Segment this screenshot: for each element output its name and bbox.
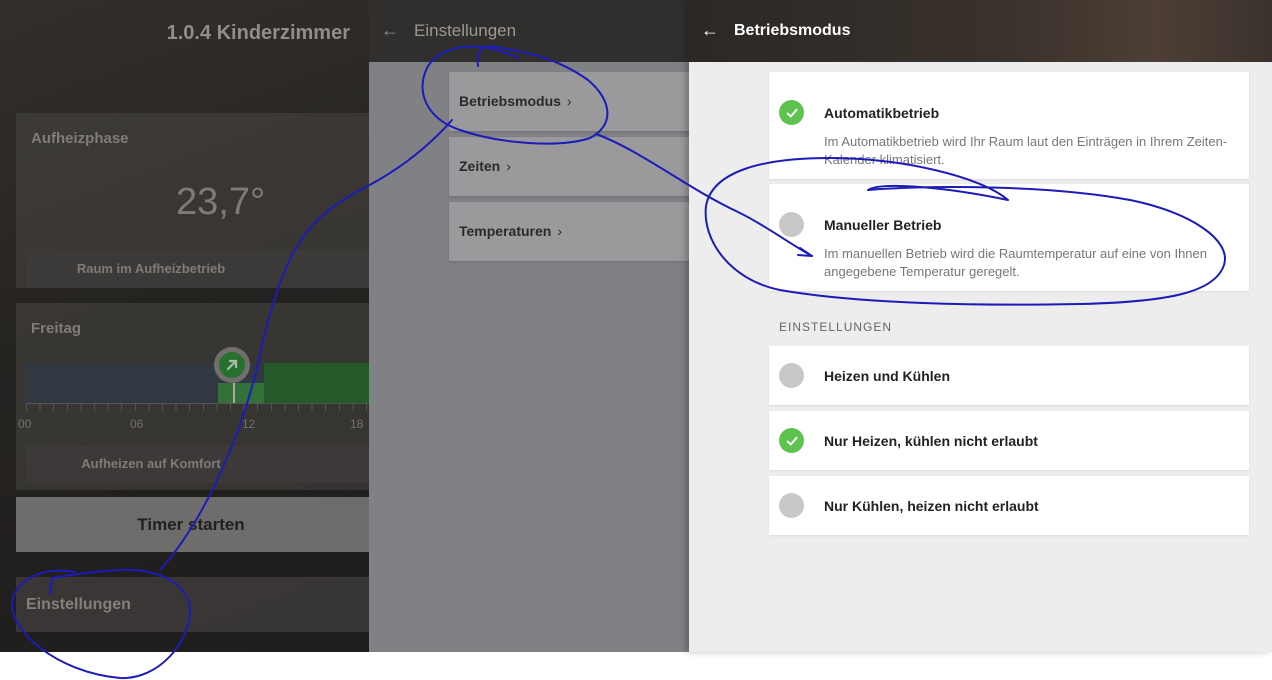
radio-unselected[interactable] bbox=[779, 212, 804, 237]
section-label: EINSTELLUNGEN bbox=[779, 320, 893, 334]
chevron-right-icon: › bbox=[557, 223, 562, 239]
tick-label: 12 bbox=[242, 417, 256, 431]
settings-item-zeiten[interactable]: Zeiten › bbox=[449, 137, 689, 196]
settings-item-label: Temperaturen bbox=[459, 223, 552, 239]
radio-selected[interactable] bbox=[779, 428, 804, 453]
tick-label: 06 bbox=[130, 417, 144, 431]
option-nur-kuehlen[interactable]: Nur Kühlen, heizen nicht erlaubt bbox=[769, 476, 1249, 535]
tick-label: 18 bbox=[350, 417, 364, 431]
radio-selected[interactable] bbox=[779, 100, 804, 125]
settings-panel: ← Einstellungen Betriebsmodus › Zeiten › T… bbox=[369, 0, 689, 652]
option-label: Manueller Betrieb bbox=[824, 217, 942, 233]
back-arrow-icon[interactable]: ← bbox=[701, 20, 719, 41]
mode-header: ← Betriebsmodus bbox=[689, 0, 1272, 62]
check-icon bbox=[786, 436, 797, 445]
option-nur-heizen[interactable]: Nur Heizen, kühlen nicht erlaubt bbox=[769, 411, 1249, 470]
option-label: Nur Kühlen, heizen nicht erlaubt bbox=[824, 498, 1039, 514]
day-title: Freitag bbox=[31, 320, 82, 337]
settings-item-betriebsmodus[interactable]: Betriebsmodus › bbox=[449, 72, 689, 131]
settings-button[interactable]: Einstellungen bbox=[16, 577, 369, 632]
chevron-right-icon: › bbox=[506, 158, 511, 174]
back-arrow-icon[interactable]: ← bbox=[381, 20, 399, 41]
settings-item-temperaturen[interactable]: Temperaturen › bbox=[449, 202, 689, 261]
mode-title: Betriebsmodus bbox=[734, 22, 851, 39]
option-heizen-und-kuehlen[interactable]: Heizen und Kühlen bbox=[769, 346, 1249, 405]
schedule-timeline[interactable] bbox=[26, 363, 369, 403]
heating-period bbox=[218, 383, 264, 403]
radio-unselected[interactable] bbox=[779, 363, 804, 388]
option-label: Heizen und Kühlen bbox=[824, 368, 950, 384]
trend-arrow-icon bbox=[214, 347, 250, 383]
option-description: Im Automatikbetrieb wird Ihr Raum laut d… bbox=[824, 134, 1228, 167]
current-temperature: 23,7° bbox=[176, 181, 266, 223]
day-status: Aufheizen auf Komfort bbox=[26, 445, 369, 483]
check-icon bbox=[786, 108, 797, 117]
room-panel: 1.0.4 Kinderzimmer Aufheizphase 23,7° Ra… bbox=[0, 0, 369, 652]
heat-phase-title: Aufheizphase bbox=[31, 130, 129, 147]
heat-phase-status: Raum im Aufheizbetrieb bbox=[26, 250, 369, 288]
tick-label: 00 bbox=[18, 417, 32, 431]
current-time-line bbox=[233, 383, 235, 403]
option-label: Nur Heizen, kühlen nicht erlaubt bbox=[824, 433, 1038, 449]
settings-item-label: Betriebsmodus bbox=[459, 93, 561, 109]
settings-item-label: Zeiten bbox=[459, 158, 501, 174]
option-manueller-betrieb[interactable]: Manueller Betrieb Im manuellen Betrieb w… bbox=[769, 184, 1249, 291]
radio-unselected[interactable] bbox=[779, 493, 804, 518]
option-automatikbetrieb[interactable]: Automatikbetrieb Im Automatikbetrieb wir… bbox=[769, 72, 1249, 179]
timer-start-button[interactable]: Timer starten bbox=[16, 497, 369, 552]
settings-header: ← Einstellungen bbox=[369, 0, 689, 62]
option-label: Automatikbetrieb bbox=[824, 105, 940, 121]
option-description: Im manuellen Betrieb wird die Raumtemper… bbox=[824, 246, 1207, 279]
heat-phase-card[interactable]: Aufheizphase 23,7° Raum im Aufheizbetrie… bbox=[16, 113, 369, 288]
chevron-right-icon: › bbox=[566, 93, 572, 109]
room-title: 1.0.4 Kinderzimmer bbox=[166, 22, 350, 44]
mode-panel: ← Betriebsmodus Automatikbetrieb Im Auto… bbox=[689, 0, 1272, 652]
comfort-period bbox=[264, 363, 369, 403]
day-schedule-card[interactable]: Freitag 00 06 12 18 Aufheizen auf Komfor… bbox=[16, 303, 369, 490]
timeline-ticks bbox=[26, 403, 369, 411]
settings-title: Einstellungen bbox=[414, 21, 517, 40]
